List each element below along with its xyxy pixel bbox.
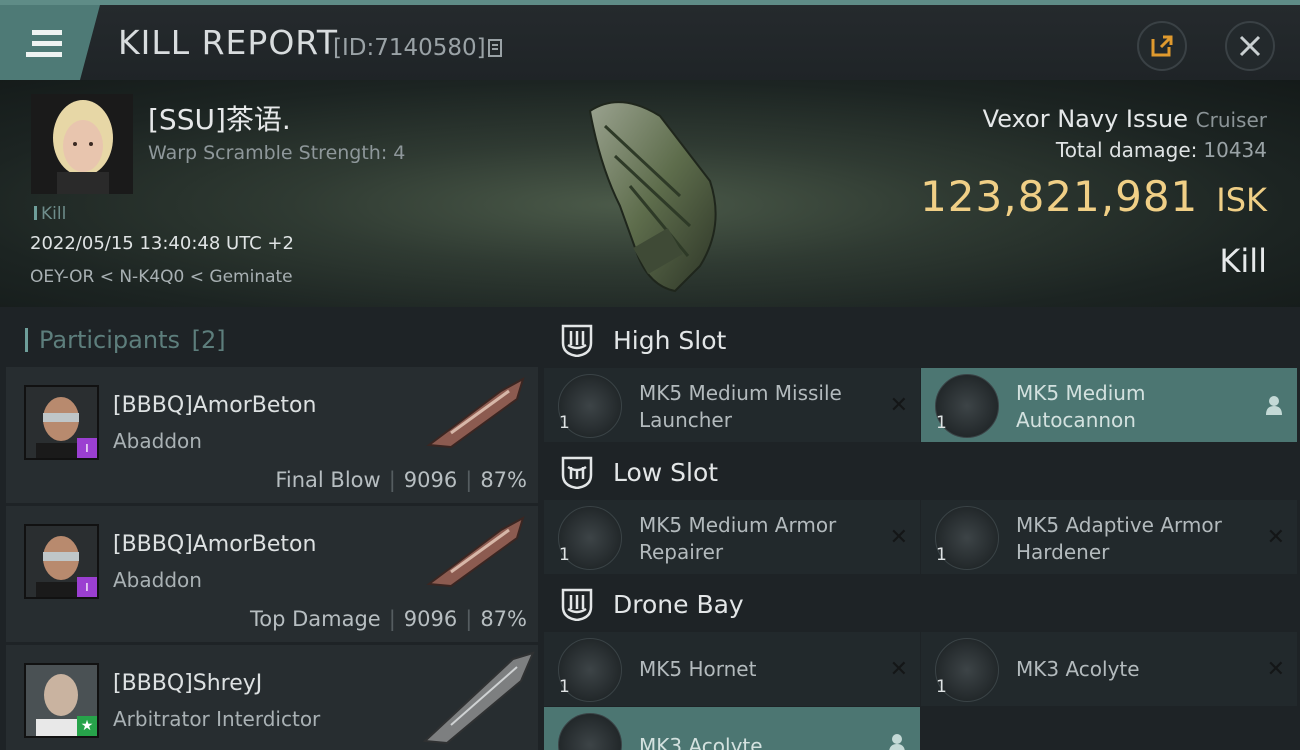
- participant-role: Final Blow: [275, 468, 381, 492]
- low-slot-title: Low Slot: [613, 458, 719, 487]
- module-name: MK5 Medium Armor Repairer: [639, 513, 837, 564]
- module-name: MK5 Medium Missile Launcher: [639, 381, 842, 432]
- close-button[interactable]: [1225, 21, 1275, 71]
- module-quantity: 1: [559, 677, 570, 697]
- participant-ship: Arbitrator Interdictor: [113, 707, 321, 731]
- participant-name: [BBBQ]AmorBeton: [113, 532, 317, 557]
- module-name: MK3 Acolyte: [639, 734, 763, 750]
- share-icon: [1151, 35, 1173, 57]
- warp-scramble-strength: Warp Scramble Strength: 4: [148, 142, 406, 164]
- participant-stats: Top Damage | 9096 | 87%: [249, 607, 527, 631]
- module-name: MK3 Acolyte: [1016, 657, 1140, 681]
- page-title: KILL REPORT: [118, 23, 338, 62]
- participant-ship: Abaddon: [113, 568, 202, 592]
- victim-ship-image: [588, 101, 717, 293]
- module-slot[interactable]: 1 MK5 Medium Autocannon: [921, 368, 1297, 442]
- isk-amount: 123,821,981: [920, 172, 1199, 221]
- destroyed-icon: ✕: [889, 657, 908, 682]
- participants-panel: Participants [2] ı [BBBQ]AmorBeton Abadd…: [0, 307, 542, 750]
- participant-name: [BBBQ]ShreyJ: [113, 671, 263, 696]
- isk-value: 123,821,981 ISK: [920, 172, 1267, 221]
- victim-ship: Vexor Navy Issue Cruiser: [983, 105, 1267, 133]
- module-quantity: 1: [936, 545, 947, 565]
- victim-name: [SSU]茶语.: [148, 103, 291, 136]
- destroyed-icon: ✕: [889, 393, 908, 418]
- module-slot[interactable]: MK3 Acolyte: [544, 707, 920, 750]
- victim-panel: [SSU]茶语. Warp Scramble Strength: 4 Kill …: [0, 80, 1300, 307]
- participant-card[interactable]: ı [BBBQ]AmorBeton Abaddon Top Damage | 909…: [6, 506, 538, 642]
- hamburger-icon: [26, 29, 62, 57]
- module-slot[interactable]: 1 MK3 Acolyte ✕: [921, 632, 1297, 706]
- star-badge-icon: ★: [77, 716, 97, 736]
- victim-portrait[interactable]: [31, 94, 133, 194]
- module-quantity: 1: [936, 413, 947, 433]
- participant-card[interactable]: ★ [BBBQ]ShreyJ Arbitrator Interdictor: [6, 645, 538, 750]
- person-icon: [889, 734, 905, 750]
- module-slot[interactable]: 1 MK5 Medium Missile Launcher ✕: [544, 368, 920, 442]
- module-quantity: 1: [559, 545, 570, 565]
- kill-type: Kill: [1219, 242, 1267, 280]
- isk-unit: ISK: [1216, 181, 1267, 219]
- participant-damage: 9096: [403, 607, 458, 631]
- kill-datetime: 2022/05/15 13:40:48 UTC +2: [30, 233, 294, 254]
- destroyed-icon: ✕: [1266, 657, 1285, 682]
- drone-bay-icon: [561, 588, 593, 621]
- top-bar: KILL REPORT [ID:7140580]: [0, 0, 1300, 80]
- ship-name: Vexor Navy Issue: [982, 105, 1188, 133]
- participant-name: [BBBQ]AmorBeton: [113, 393, 317, 418]
- module-quantity: 1: [936, 677, 947, 697]
- share-button[interactable]: [1137, 21, 1187, 71]
- participant-ship-image: [422, 651, 535, 745]
- ship-class: Cruiser: [1195, 108, 1267, 132]
- high-slot-header: High Slot: [542, 307, 1300, 371]
- destroyed-icon: ✕: [889, 525, 908, 550]
- participant-ship: Abaddon: [113, 429, 202, 453]
- module-slot[interactable]: 1 MK5 Adaptive Armor Hardener ✕: [921, 500, 1297, 574]
- drone-bay-header: Drone Bay: [542, 571, 1300, 635]
- participants-heading: Participants [2]: [25, 326, 226, 354]
- total-damage-value: 10434: [1203, 138, 1267, 162]
- avatar: ı: [24, 385, 99, 460]
- participant-ship-image: [426, 515, 525, 588]
- kill-location: OEY-OR < N-K4Q0 < Geminate: [30, 267, 293, 287]
- participant-damage: 9096: [403, 468, 458, 492]
- module-name: MK5 Medium Autocannon: [1016, 381, 1146, 432]
- avatar: ★: [24, 663, 99, 738]
- high-slot-title: High Slot: [613, 326, 727, 355]
- menu-button[interactable]: [0, 5, 100, 80]
- participant-card[interactable]: ı [BBBQ]AmorBeton Abaddon Final Blow | 909…: [6, 367, 538, 503]
- module-name: MK5 Adaptive Armor Hardener: [1016, 513, 1222, 564]
- module-slot[interactable]: 1 MK5 Hornet ✕: [544, 632, 920, 706]
- total-damage: Total damage: 10434: [1056, 138, 1267, 162]
- copy-icon[interactable]: [488, 39, 504, 59]
- drone-bay-title: Drone Bay: [613, 590, 744, 619]
- close-icon: [1239, 35, 1261, 57]
- participant-percent: 87%: [480, 607, 527, 631]
- participants-label: Participants: [39, 326, 180, 354]
- low-slot-icon: [561, 456, 593, 489]
- corp-badge: ı: [77, 577, 97, 597]
- person-icon: [1266, 396, 1282, 415]
- module-icon: [558, 713, 622, 750]
- module-quantity: 1: [559, 413, 570, 433]
- total-damage-label: Total damage:: [1055, 138, 1198, 162]
- participant-percent: 87%: [480, 468, 527, 492]
- module-name: MK5 Hornet: [639, 657, 757, 681]
- kill-tag: Kill: [34, 204, 66, 224]
- high-slot-icon: [561, 324, 593, 357]
- fitting-panel: High Slot 1 MK5 Medium Missile Launcher …: [542, 307, 1300, 750]
- participants-count: [2]: [191, 326, 226, 354]
- module-slot[interactable]: 1 MK5 Medium Armor Repairer ✕: [544, 500, 920, 574]
- avatar: ı: [24, 524, 99, 599]
- destroyed-icon: ✕: [1266, 525, 1285, 550]
- low-slot-header: Low Slot: [542, 439, 1300, 503]
- participant-role: Top Damage: [249, 607, 381, 631]
- report-id: [ID:7140580]: [333, 35, 486, 61]
- corp-badge: ı: [77, 438, 97, 458]
- participant-ship-image: [426, 376, 525, 449]
- participant-stats: Final Blow | 9096 | 87%: [275, 468, 527, 492]
